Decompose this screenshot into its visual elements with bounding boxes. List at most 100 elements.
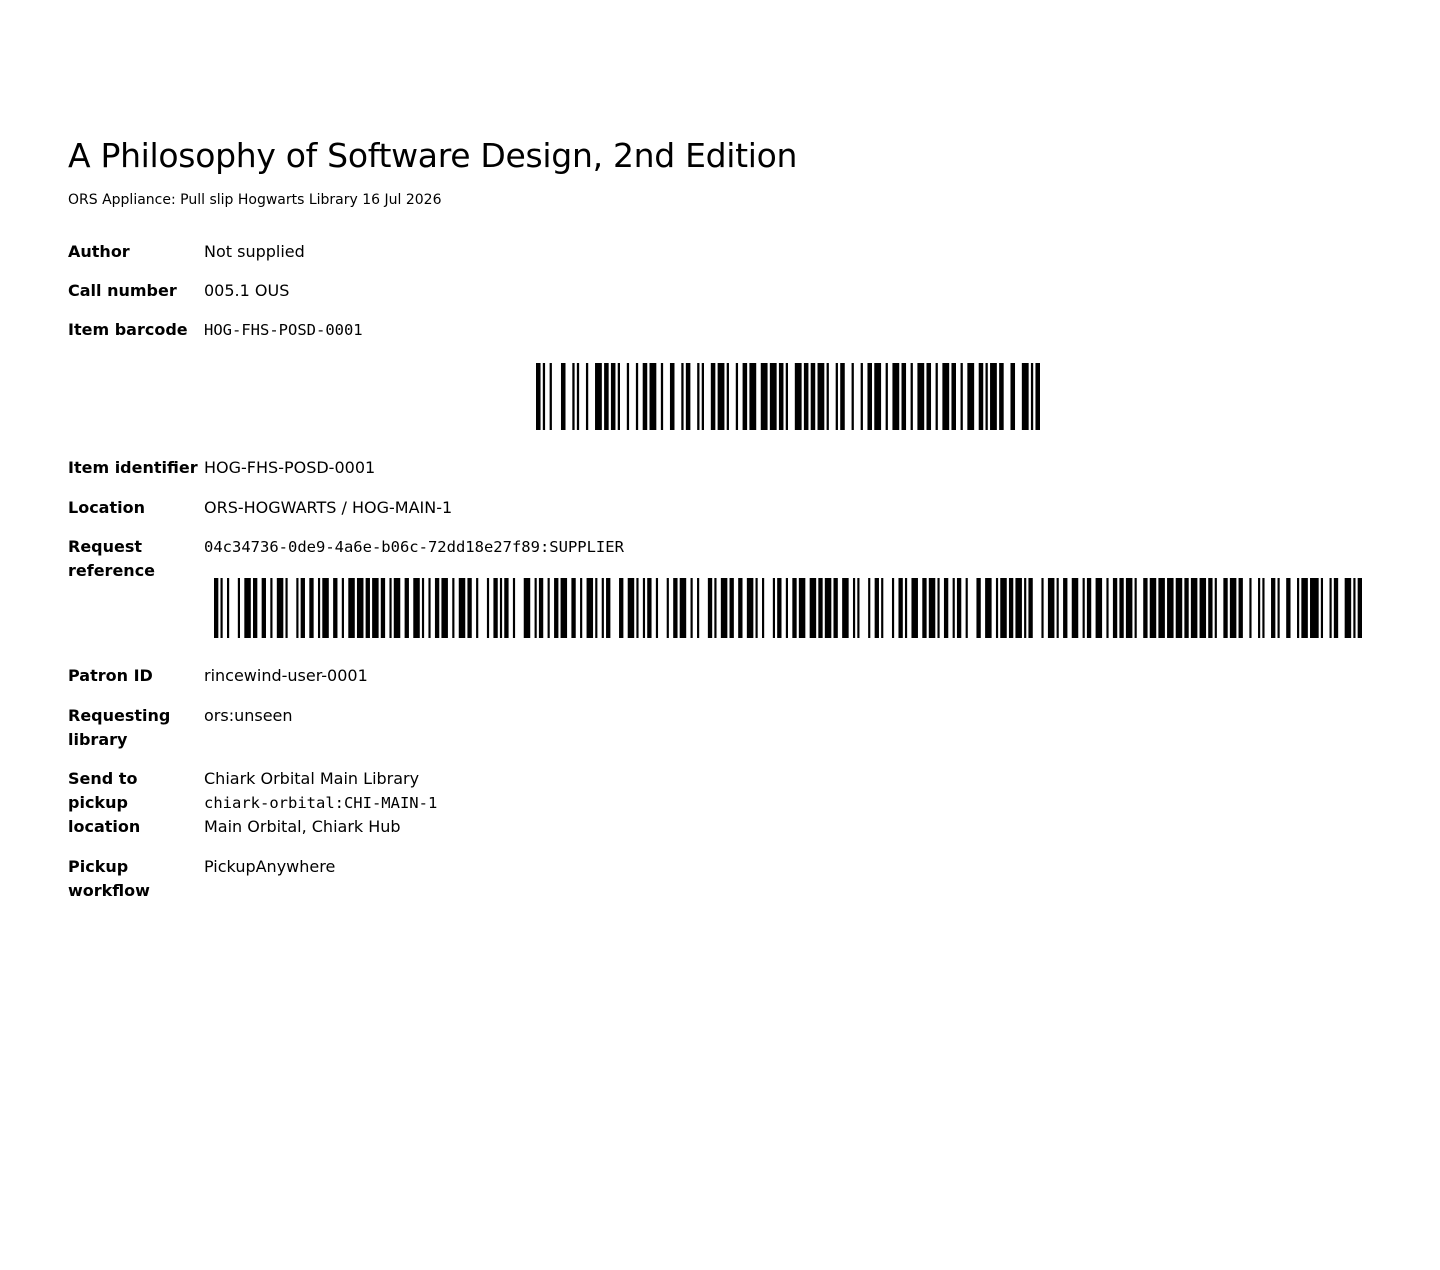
barcode-bar [1329, 578, 1332, 638]
barcode-bar [729, 578, 734, 638]
barcode-bar [276, 578, 284, 638]
requesting-library-value: ors:unseen [204, 706, 293, 725]
barcode-bar [777, 578, 782, 638]
barcode-bar [928, 578, 936, 638]
barcode-bar [857, 578, 860, 638]
requesting-library-label: Requesting library [68, 706, 171, 749]
barcode-bar [220, 578, 223, 638]
barcode-bar [785, 578, 788, 638]
barcode-bar [746, 578, 754, 638]
barcode-bar [1095, 578, 1103, 638]
barcode-bar [1333, 578, 1339, 638]
barcode-bar [792, 578, 797, 638]
barcode-bar [891, 578, 895, 638]
barcode-bar [534, 578, 537, 638]
barcode-bar [942, 363, 950, 430]
barcode-bar [810, 363, 816, 430]
barcode-bar [710, 363, 716, 430]
barcode-bar [999, 363, 1004, 430]
barcode-bar [1271, 578, 1276, 638]
barcode-bar [458, 578, 466, 638]
barcode-bar [803, 363, 809, 430]
barcode-bar [1086, 578, 1092, 638]
barcode-bar [717, 363, 725, 430]
barcode-bar [389, 578, 392, 638]
pickup-location-value: Chiark Orbital Main Library chiark-orbit… [204, 767, 437, 839]
barcode-bar [910, 363, 913, 430]
barcode-bar [798, 578, 806, 638]
barcode-bar [1167, 578, 1174, 638]
barcode-bar [549, 363, 552, 430]
barcode-bar [952, 578, 955, 638]
barcode-bar [1021, 363, 1029, 430]
barcode-bar [681, 363, 684, 430]
barcode-bar [726, 363, 729, 430]
barcode-bar [476, 578, 479, 638]
barcode-bar [701, 363, 704, 430]
barcode-bar [1035, 363, 1040, 430]
barcode-bar [428, 578, 431, 638]
barcode-bar [1082, 578, 1085, 638]
barcode-bar [951, 363, 956, 430]
barcode-bar [1214, 578, 1217, 638]
barcode-bar [679, 578, 687, 638]
barcode-bar [261, 578, 266, 638]
barcode-bar [772, 578, 776, 638]
barcode-bar [586, 578, 594, 638]
barcode-bar [669, 363, 675, 430]
barcode-bar [937, 578, 940, 638]
barcode-bar [874, 363, 882, 430]
barcode-bar [413, 578, 420, 638]
barcode-bar [1143, 578, 1148, 638]
barcode-bar [840, 363, 845, 430]
barcode-bar [627, 578, 635, 638]
barcode-bar [617, 363, 620, 430]
barcode-bar [901, 363, 907, 430]
barcode-bar [666, 578, 669, 638]
barcode-bar [1297, 578, 1300, 638]
barcode-bar [1041, 578, 1044, 638]
barcode-bar [441, 578, 448, 638]
barcode-bar [833, 578, 838, 638]
barcode-bar [1262, 578, 1265, 638]
barcode-bar [1184, 578, 1189, 638]
author-label: Author [68, 242, 130, 261]
barcode-bar [809, 578, 817, 638]
item-identifier-label: Item identifier [68, 458, 198, 477]
barcode-bar [333, 578, 338, 638]
barcode-bar [1286, 578, 1291, 638]
barcode-bar [1190, 578, 1198, 638]
barcode-bar [504, 578, 509, 638]
barcode-bar [922, 578, 927, 638]
barcode-bar [322, 578, 329, 638]
patron-id-value: rincewind-user-0001 [204, 666, 368, 685]
barcode-bar [554, 578, 559, 638]
location-value: ORS-HOGWARTS / HOG-MAIN-1 [204, 498, 453, 517]
barcode-bar [824, 578, 832, 638]
barcode-bar [1199, 578, 1207, 638]
barcode-bar [244, 578, 251, 638]
barcode-bar [707, 578, 713, 638]
barcode-bar [542, 363, 546, 430]
barcode-bar [960, 363, 963, 430]
barcode-bar [1353, 578, 1356, 638]
barcode-bar [817, 363, 825, 430]
barcode-bar [467, 578, 472, 638]
barcode-bar [571, 578, 576, 638]
barcode-bar [852, 578, 856, 638]
request-reference-value: 04c34736-0de9-4a6e-b06c-72dd18e27f89:SUP… [204, 538, 624, 556]
barcode-bar [926, 363, 932, 430]
barcode-bar [956, 578, 962, 638]
barcode-bar [348, 578, 355, 638]
barcode-bar [572, 363, 575, 430]
barcode-bar [610, 363, 616, 430]
barcode-bar [1175, 578, 1183, 638]
barcode-bar [911, 578, 918, 638]
barcode-bar [1258, 578, 1261, 638]
pull-slip: A Philosophy of Software Design, 2nd Edi… [68, 134, 1368, 900]
barcode-bar [738, 578, 743, 638]
barcode-bar [985, 578, 992, 638]
barcode-bar [547, 578, 550, 638]
barcode-bar [794, 363, 802, 430]
barcode-bar [1030, 363, 1034, 430]
